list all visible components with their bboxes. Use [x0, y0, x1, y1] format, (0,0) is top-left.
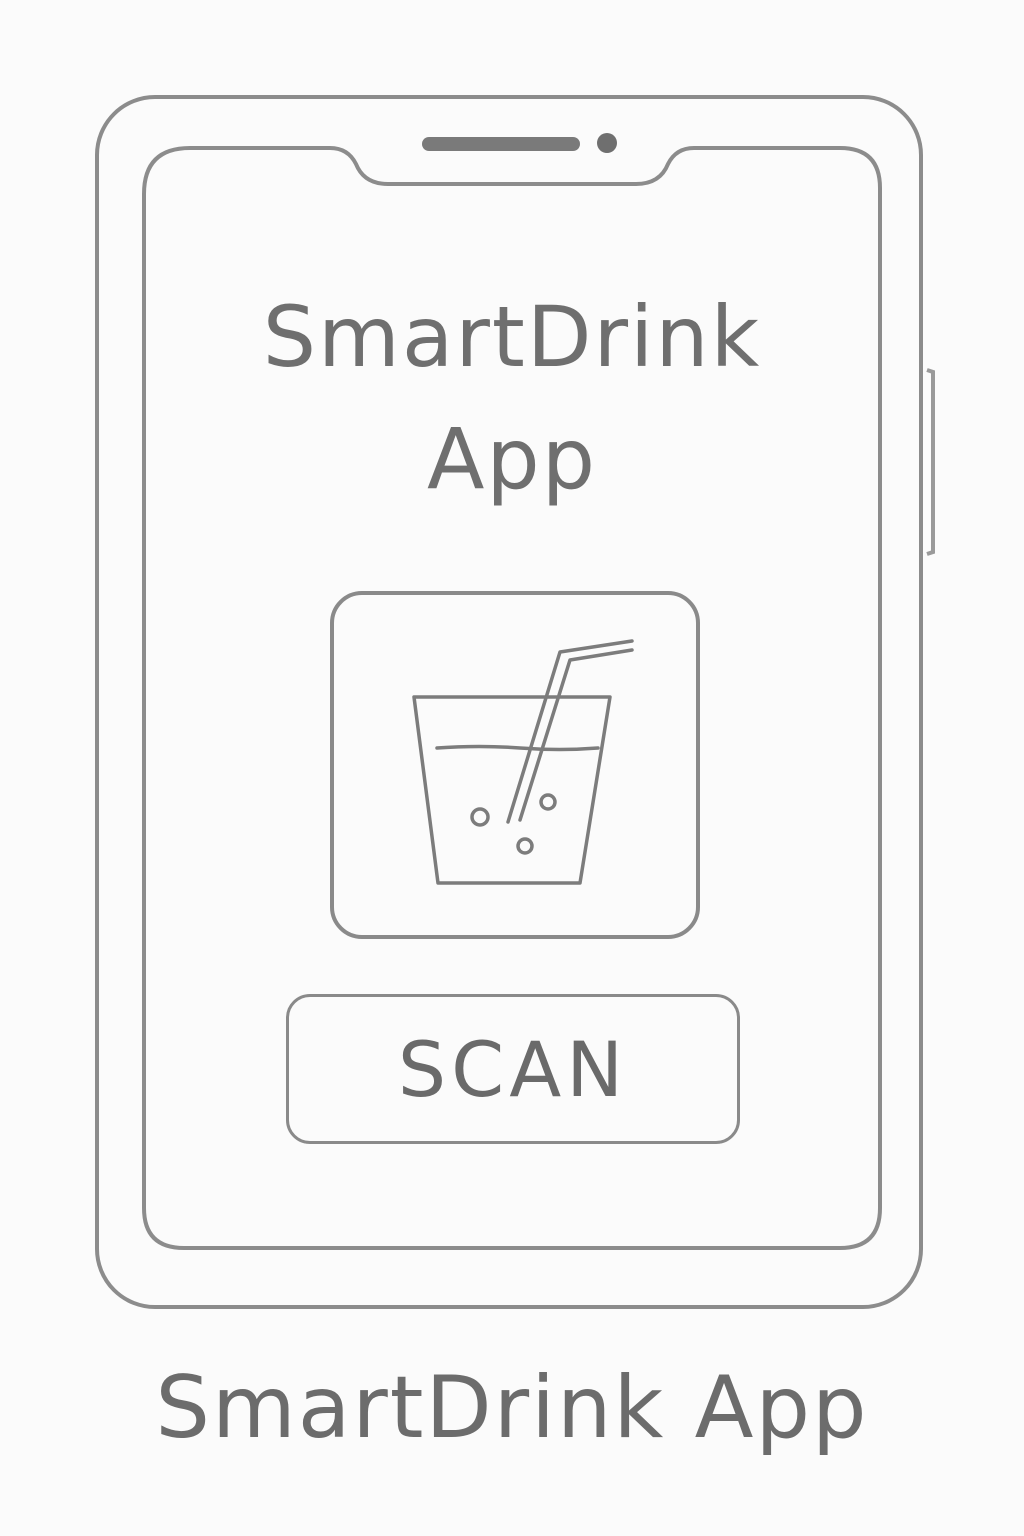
bubble-2	[539, 793, 557, 811]
caption: SmartDrink App	[155, 1358, 869, 1458]
app-title-line-2: App	[426, 410, 598, 508]
app-title: SmartDrink App	[160, 276, 864, 520]
app-title-line-1: SmartDrink	[262, 288, 762, 386]
phone-frame	[95, 95, 935, 1309]
speaker-slot	[422, 137, 580, 151]
liquid-line	[435, 744, 600, 752]
bubble-1	[470, 807, 490, 827]
straw-edge	[518, 648, 634, 822]
scan-button[interactable]: SCAN	[286, 994, 740, 1144]
drink-glass-with-straw-icon	[412, 639, 634, 885]
bubble-3	[516, 837, 534, 855]
scan-button-label: SCAN	[397, 1024, 629, 1114]
sketch-canvas: SmartDrink App SCAN SmartDrink App	[0, 0, 1024, 1536]
app-icon-tile	[330, 591, 700, 939]
glass-outline	[412, 695, 612, 885]
front-camera	[597, 133, 617, 153]
side-button	[926, 368, 935, 556]
